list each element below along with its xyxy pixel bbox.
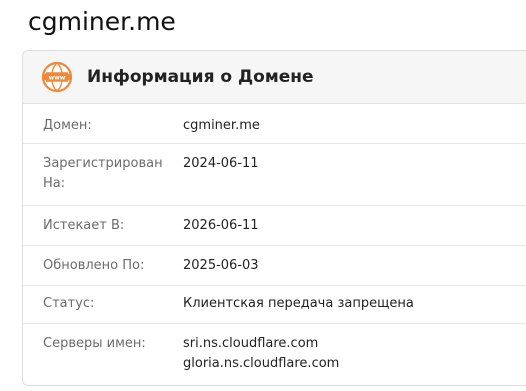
page-title: cgminer.me — [28, 7, 176, 36]
svg-text:www: www — [49, 74, 66, 81]
row-nameservers: Серверы имен: sri.ns.cloudflare.com glor… — [23, 324, 526, 378]
row-label: Статус: — [43, 296, 95, 311]
row-updated: Обновлено По: 2025-06-03 — [23, 246, 526, 286]
row-label: Серверы имен: — [43, 336, 146, 351]
panel-header: www Информация о Домене — [23, 51, 526, 104]
row-value: 2025-06-03 — [183, 258, 259, 273]
row-expires: Истекает В: 2026-06-11 — [23, 206, 526, 246]
row-label: Зарегистрирован На: — [43, 156, 163, 191]
row-label: Обновлено По: — [43, 258, 145, 273]
domain-info-panel: www Информация о Домене Домен: cgminer.m… — [22, 50, 526, 386]
row-value: 2026-06-11 — [183, 218, 259, 233]
status-value: Клиентская передача запрещена — [183, 296, 414, 311]
row-label: Домен: — [43, 118, 92, 133]
row-value: 2024-06-11 — [183, 156, 259, 171]
row-domain: Домен: cgminer.me — [23, 104, 526, 144]
nameserver-item: sri.ns.cloudflare.com — [183, 336, 319, 351]
row-registered: Зарегистрирован На: 2024-06-11 — [23, 144, 526, 206]
row-status: Статус: Клиентская передача запрещена — [23, 286, 526, 324]
row-value: cgminer.me — [183, 118, 260, 133]
www-globe-icon: www — [41, 61, 73, 93]
nameserver-list: sri.ns.cloudflare.com gloria.ns.cloudfla… — [183, 334, 339, 378]
nameserver-item: gloria.ns.cloudflare.com — [183, 356, 340, 371]
row-label: Истекает В: — [43, 218, 125, 233]
panel-title: Информация о Домене — [87, 67, 314, 87]
